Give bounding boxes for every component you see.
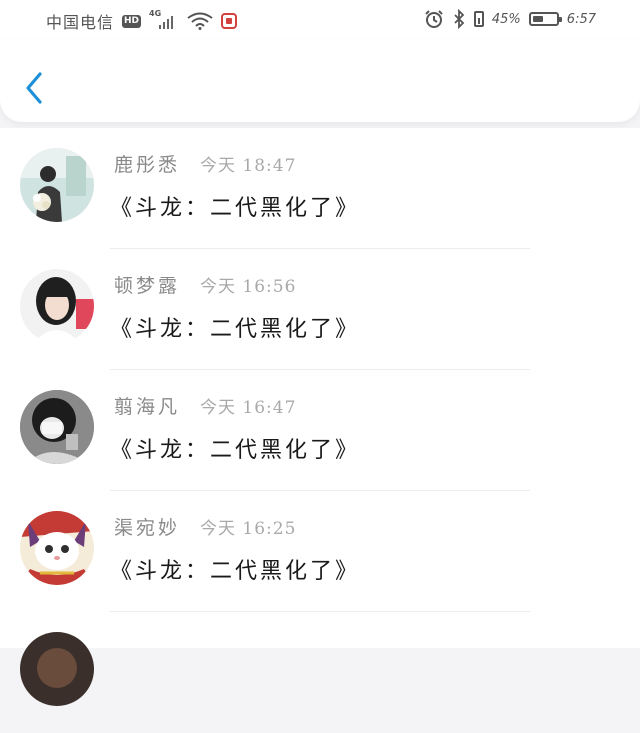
commenter-name[interactable]: 翦海凡 — [114, 392, 180, 419]
avatar[interactable] — [20, 390, 94, 464]
signal-bars-icon: 4G — [149, 9, 179, 31]
comment-text: 《斗龙：二代黑化了》 — [110, 196, 361, 221]
comment-text: 《斗龙：二代黑化了》 — [110, 438, 361, 463]
back-button[interactable] — [20, 68, 48, 108]
list-item[interactable]: 鹿彤悉 今天 18:47 《斗龙：二代黑化了》 — [0, 128, 640, 249]
comment-time: 今天 16:47 — [200, 398, 297, 418]
list-item[interactable] — [0, 612, 640, 733]
vibrate-icon — [473, 11, 484, 27]
comment-text: 《斗龙：二代黑化了》 — [110, 559, 361, 584]
alarm-icon — [425, 10, 443, 28]
battery-percent: 45% — [491, 11, 521, 27]
avatar[interactable] — [20, 148, 94, 222]
commenter-name[interactable]: 鹿彤悉 — [114, 150, 180, 177]
commenter-name[interactable]: 渠宛妙 — [114, 513, 180, 540]
commenter-name[interactable]: 顿梦露 — [114, 271, 180, 298]
comment-meta: 顿梦露 今天 16:56 — [114, 271, 296, 298]
battery-level-fill — [532, 16, 543, 22]
avatar[interactable] — [20, 269, 94, 343]
status-left: 中国电信 HD 4G — [46, 9, 238, 33]
app-notification-icon — [221, 13, 238, 29]
comment-meta: 鹿彤悉 今天 18:47 — [114, 150, 296, 177]
battery-icon — [528, 12, 562, 26]
avatar[interactable] — [20, 632, 94, 706]
hd-badge: HD — [122, 14, 142, 28]
chevron-left-icon — [26, 72, 42, 104]
comment-time: 今天 18:47 — [200, 156, 297, 176]
comment-text: 《斗龙：二代黑化了》 — [110, 317, 361, 342]
status-bar: 中国电信 HD 4G 45% 6:57 — [0, 0, 640, 40]
comment-meta: 翦海凡 今天 16:47 — [114, 392, 296, 419]
comment-list: 鹿彤悉 今天 18:47 《斗龙：二代黑化了》 顿梦露 今天 16:56 《斗龙… — [0, 128, 640, 706]
top-nav-bar — [0, 40, 640, 122]
wifi-icon — [187, 12, 213, 30]
comment-time: 今天 16:56 — [200, 277, 297, 297]
list-item[interactable]: 渠宛妙 今天 16:25 《斗龙：二代黑化了》 — [0, 491, 640, 612]
avatar[interactable] — [20, 511, 94, 585]
comment-time: 今天 16:25 — [200, 519, 297, 539]
list-item[interactable]: 翦海凡 今天 16:47 《斗龙：二代黑化了》 — [0, 370, 640, 491]
clock-time: 6:57 — [566, 11, 596, 27]
status-right: 45% 6:57 — [424, 9, 596, 29]
carrier-name: 中国电信 — [46, 13, 115, 32]
comment-meta: 渠宛妙 今天 16:25 — [114, 513, 296, 540]
list-item[interactable]: 顿梦露 今天 16:56 《斗龙：二代黑化了》 — [0, 249, 640, 370]
bluetooth-icon — [454, 9, 465, 29]
